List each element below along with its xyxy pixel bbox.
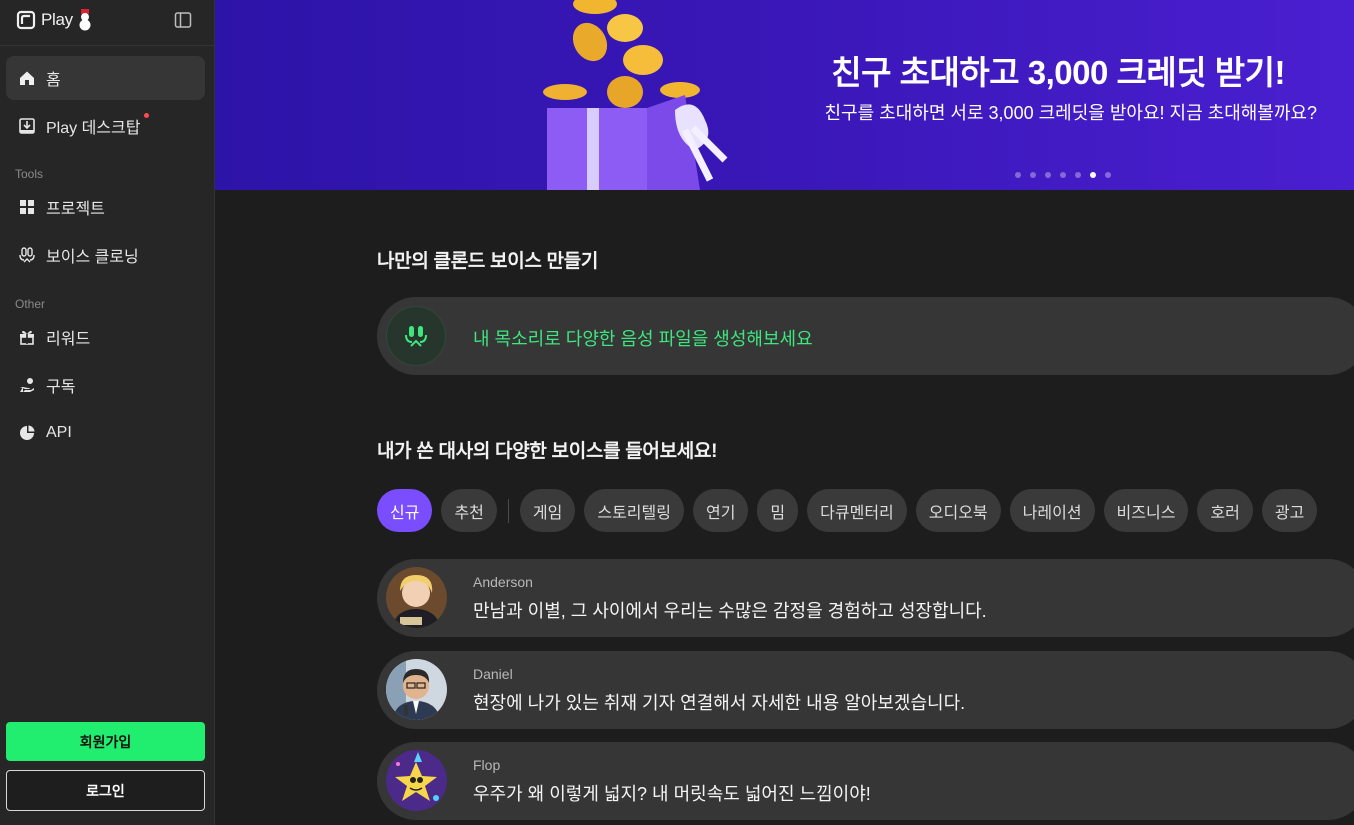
voice-row[interactable]: Anderson 만남과 이별, 그 사이에서 우리는 수많은 감정을 경험하고… (377, 559, 1354, 637)
carousel-dots (1015, 172, 1111, 178)
nav-item-api[interactable]: API (6, 411, 205, 455)
category-chip[interactable]: 비즈니스 (1103, 489, 1189, 532)
nav-item-label: 보이스 클로닝 (46, 249, 139, 266)
play-logo-icon (16, 10, 36, 30)
voice-name: Flop (473, 757, 501, 773)
category-chip[interactable]: 신규 (377, 489, 433, 532)
carousel-dot[interactable] (1015, 172, 1021, 178)
home-icon (19, 70, 35, 86)
grid-icon (19, 199, 35, 215)
section-label-other: Other (15, 297, 46, 311)
section-label-tools: Tools (15, 167, 44, 181)
carousel-dot[interactable] (1060, 172, 1066, 178)
category-chip[interactable]: 스토리텔링 (584, 489, 684, 532)
mic-icon (386, 306, 446, 366)
category-chip[interactable]: 추천 (441, 489, 497, 532)
avatar-anderson (386, 567, 447, 628)
avatar-flop (386, 750, 447, 811)
gift-coins-illustration (543, 0, 728, 190)
snowman-icon (79, 9, 91, 31)
nav-item-label: API (46, 424, 72, 441)
category-chip[interactable]: 광고 (1261, 489, 1318, 532)
clone-cta-text: 내 목소리로 다양한 음성 파일을 생성해보세요 (473, 329, 813, 349)
chip-divider (507, 498, 509, 523)
login-button[interactable]: 로그인 (6, 770, 205, 811)
category-chip[interactable]: 오디오북 (915, 489, 1001, 532)
nav-item-project[interactable]: 프로젝트 (6, 185, 205, 229)
signup-button[interactable]: 회원가입 (6, 722, 205, 761)
nav-item-home[interactable]: 홈 (6, 56, 205, 100)
carousel-dot[interactable] (1075, 172, 1081, 178)
carousel-dot[interactable] (1030, 172, 1036, 178)
logo-text: Play (41, 10, 73, 29)
nav-item-voice-cloning[interactable]: 보이스 클로닝 (6, 233, 205, 277)
voice-line: 우주가 왜 이렇게 넓지? 내 머릿속도 넓어진 느낌이야! (473, 784, 871, 804)
gift-icon (19, 329, 35, 345)
voice-clone-icon (19, 247, 35, 263)
voice-row[interactable]: Daniel 현장에 나가 있는 취재 기자 연결해서 자세한 내용 알아보겠습… (377, 651, 1354, 729)
nav-item-label: 프로젝트 (46, 201, 105, 218)
carousel-dot[interactable] (1090, 172, 1096, 178)
sidebar-toggle-icon[interactable] (174, 11, 192, 29)
carousel-dot[interactable] (1105, 172, 1111, 178)
category-chip[interactable]: 게임 (519, 489, 576, 532)
sidebar-header: Play (0, 0, 214, 46)
voice-row[interactable]: Flop 우주가 왜 이렇게 넓지? 내 머릿속도 넓어진 느낌이야! (377, 742, 1354, 820)
clone-voice-card[interactable]: 내 목소리로 다양한 음성 파일을 생성해보세요 (377, 297, 1354, 375)
pie-chart-icon (19, 425, 35, 441)
hand-coin-icon (19, 377, 35, 393)
voice-line: 현장에 나가 있는 취재 기자 연결해서 자세한 내용 알아보겠습니다. (473, 693, 966, 713)
banner-title: 친구 초대하고 3,000 크레딧 받기! (831, 54, 1285, 91)
promo-banner[interactable]: 친구 초대하고 3,000 크레딧 받기! 친구를 초대하면 서로 3,000 … (215, 0, 1354, 190)
category-chip[interactable]: 다큐멘터리 (807, 489, 907, 532)
nav-item-label: Play 데스크탑 (46, 120, 141, 137)
category-chip[interactable]: 나레이션 (1009, 489, 1095, 532)
voices-heading: 내가 쓴 대사의 다양한 보이스를 들어보세요! (377, 441, 718, 462)
voice-name: Anderson (473, 574, 533, 590)
voice-name: Daniel (473, 666, 513, 682)
nav-item-label: 리워드 (46, 331, 91, 348)
app-root: Play 홈 Play 데스크탑 Tools 프로젝트 보이스 클로닝 Othe… (0, 0, 1354, 825)
notification-dot (144, 113, 149, 118)
nav-item-subscribe[interactable]: 구독 (6, 363, 205, 407)
voice-line: 만남과 이별, 그 사이에서 우리는 수많은 감정을 경험하고 성장합니다. (473, 601, 987, 621)
nav-item-label: 구독 (46, 379, 76, 396)
nav-item-label: 홈 (46, 72, 61, 89)
banner-subtitle: 친구를 초대하면 서로 3,000 크레딧을 받아요! 지금 초대해볼까요? (824, 103, 1318, 123)
category-chips: 신규 추천 게임 스토리텔링 연기 밈 다큐멘터리 오디오북 나레이션 비즈니스 호러 광고 (377, 489, 1318, 532)
category-chip[interactable]: 밈 (757, 489, 799, 532)
nav-item-reward[interactable]: 리워드 (6, 315, 205, 359)
carousel-dot[interactable] (1045, 172, 1051, 178)
logo[interactable]: Play (16, 9, 92, 31)
category-chip[interactable]: 호러 (1197, 489, 1253, 532)
sidebar: Play 홈 Play 데스크탑 Tools 프로젝트 보이스 클로닝 Othe… (0, 0, 215, 825)
clone-heading: 나만의 클론드 보이스 만들기 (377, 251, 599, 272)
avatar-daniel (386, 659, 447, 720)
nav-item-desktop[interactable]: Play 데스크탑 (6, 104, 205, 148)
download-icon (19, 118, 35, 134)
category-chip[interactable]: 연기 (692, 489, 749, 532)
